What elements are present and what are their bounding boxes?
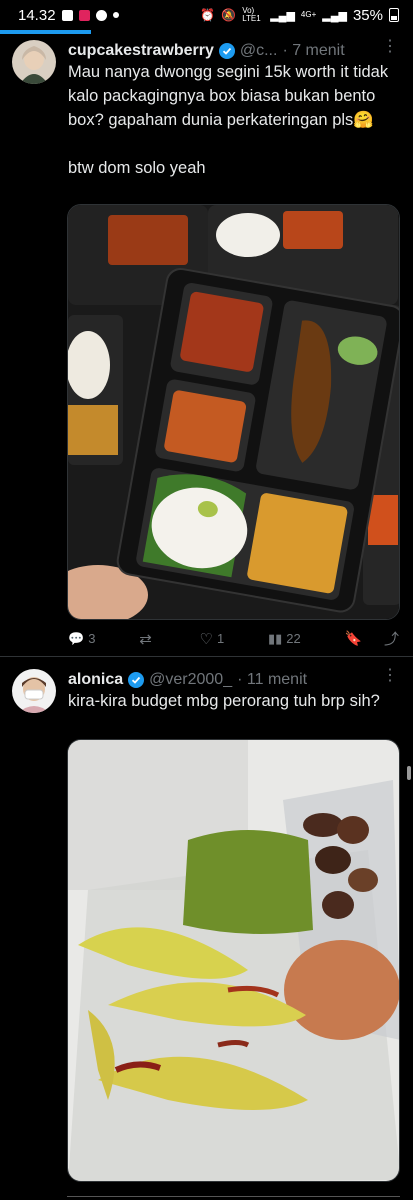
- mute-icon: 🔕: [221, 8, 237, 22]
- signal-2-icon: ▂▄▆: [322, 9, 347, 22]
- gallery-icon: [61, 9, 73, 21]
- scrollbar-thumb[interactable]: [407, 766, 411, 780]
- app-notification-icon: [78, 9, 90, 21]
- verified-badge-icon: [128, 672, 145, 688]
- like-count: 1: [216, 631, 225, 646]
- battery-icon: [389, 8, 399, 22]
- bento-food-photo: [68, 205, 399, 619]
- views-button[interactable]: ▮▮ 22: [268, 631, 301, 647]
- tweet-1[interactable]: cupcakestrawberry @c... · 7 menit ⋮ Mau …: [0, 34, 413, 656]
- avatar-image: [12, 669, 56, 713]
- share-icon[interactable]: ⤴: [384, 628, 399, 649]
- timestamp[interactable]: · 7 menit: [282, 42, 344, 60]
- bananas-egg-food-photo: [68, 740, 399, 1181]
- tweet-text: Mau nanya dwongg segini 15k worth it tid…: [68, 63, 389, 177]
- timestamp[interactable]: · 11 menit: [237, 671, 307, 689]
- handle[interactable]: @ver2000_: [149, 671, 232, 689]
- tweet-media[interactable]: [67, 739, 400, 1182]
- avatar[interactable]: [12, 40, 56, 84]
- avatar[interactable]: [12, 669, 56, 713]
- views-icon: ▮▮: [267, 630, 283, 646]
- tweet-2[interactable]: alonica @ver2000_ · 11 menit ⋮ kira-kira…: [0, 657, 413, 1200]
- reply-button[interactable]: 💬 3: [68, 631, 95, 647]
- message-icon: [95, 9, 107, 21]
- network-label: Vo) LTE1: [242, 6, 261, 23]
- tweet-text: kira-kira budget mbg perorang tuh brp si…: [68, 692, 380, 710]
- network-type-label: 4G+: [300, 10, 317, 19]
- handle[interactable]: @c...: [240, 42, 278, 60]
- signal-icon: ▂▄▆: [270, 9, 295, 22]
- battery-percent: 35%: [352, 6, 383, 24]
- bookmark-icon[interactable]: 🔖: [345, 630, 362, 647]
- reply-icon: 💬: [68, 630, 85, 646]
- display-name[interactable]: alonica: [68, 671, 123, 689]
- like-icon: ♡: [199, 630, 213, 648]
- more-options-icon[interactable]: ⋮: [382, 36, 399, 56]
- next-media-edge: [67, 1196, 400, 1197]
- tweet-media[interactable]: [67, 204, 400, 620]
- notification-dot-icon: [112, 12, 119, 18]
- avatar-image: [12, 40, 56, 84]
- reply-count: 3: [88, 631, 96, 646]
- like-button[interactable]: ♡ 1: [200, 630, 225, 648]
- repost-button[interactable]: ⇄: [139, 630, 156, 648]
- verified-badge-icon: [218, 43, 235, 59]
- more-options-icon[interactable]: ⋮: [382, 665, 399, 685]
- status-time: 14.32: [18, 6, 56, 24]
- repost-icon: ⇄: [139, 630, 152, 648]
- display-name[interactable]: cupcakestrawberry: [68, 42, 214, 60]
- status-bar: 14.32 ⏰ 🔕 Vo) LTE1 ▂▄▆ 4G+ ▂▄▆ 35%: [0, 0, 413, 30]
- views-count: 22: [286, 631, 301, 646]
- alarm-icon: ⏰: [200, 8, 216, 22]
